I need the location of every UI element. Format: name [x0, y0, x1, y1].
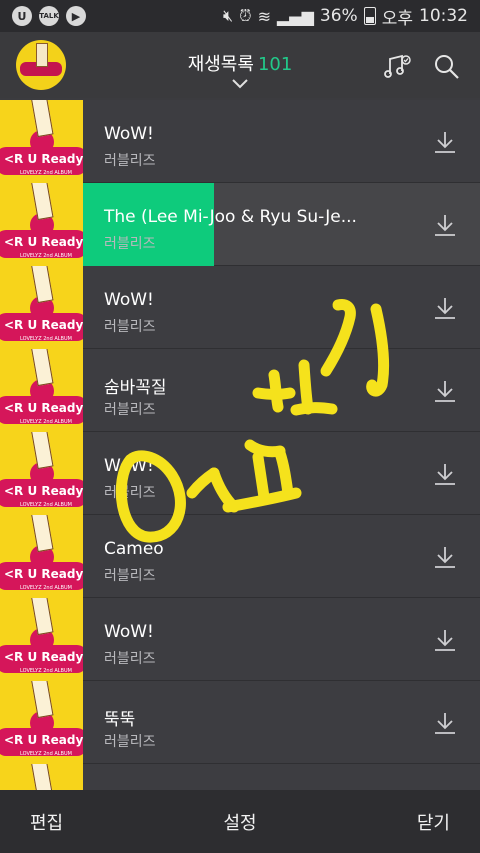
album-thumbnail-title: <R U Ready?> [4, 401, 83, 415]
album-thumbnail-subtitle: LOVELYZ 2nd ALBUM [20, 502, 72, 508]
album-thumbnail-subtitle: LOVELYZ 2nd ALBUM [20, 253, 72, 259]
mute-icon: 🔇︎ [223, 6, 234, 25]
download-icon[interactable] [432, 710, 458, 736]
settings-button[interactable]: 설정 [160, 809, 320, 835]
song-title: 숨바꼭질 [104, 378, 167, 398]
list-item-partial[interactable] [0, 764, 480, 790]
song-artist: 러블리즈 [104, 236, 156, 252]
list-item-playing[interactable]: <R U Ready?> LOVELYZ 2nd ALBUM The (Lee … [0, 183, 480, 266]
music-note-icon[interactable] [382, 52, 412, 82]
song-title: WoW! [104, 290, 154, 310]
playlist-title-text: 재생목록 [187, 54, 254, 75]
list-item[interactable]: <R U Ready?> LOVELYZ 2nd ALBUM WoW! 러블리즈 [0, 432, 480, 515]
download-icon[interactable] [432, 295, 458, 321]
album-thumbnail-title: <R U Ready?> [4, 152, 83, 166]
download-icon[interactable] [432, 378, 458, 404]
album-thumbnail: <R U Ready?> LOVELYZ 2nd ALBUM [0, 100, 83, 183]
download-icon[interactable] [432, 212, 458, 238]
close-button[interactable]: 닫기 [320, 809, 480, 835]
status-bar: U TALK ▶ 🔇︎ ⏰︎ ≋ ▂▄▆ 36% 오후 10:32 [0, 0, 480, 32]
album-thumbnail-subtitle: LOVELYZ 2nd ALBUM [20, 751, 72, 757]
album-thumbnail: <R U Ready?> LOVELYZ 2nd ALBUM [0, 349, 83, 432]
album-thumbnail-subtitle: LOVELYZ 2nd ALBUM [20, 668, 72, 674]
song-artist: 러블리즈 [104, 319, 156, 335]
song-title: The (Lee Mi-Joo & Ryu Su-Je... [104, 207, 357, 227]
status-bar-left: U TALK ▶ [0, 6, 86, 26]
song-artist: 러블리즈 [104, 651, 156, 667]
album-thumbnail-title: <R U Ready?> [4, 318, 83, 332]
talk-icon: TALK [39, 6, 59, 26]
song-artist: 러블리즈 [104, 153, 156, 169]
song-title: Cameo [104, 539, 164, 559]
album-thumbnail-title: <R U Ready?> [4, 484, 83, 498]
song-title: 뚝뚝 [104, 710, 136, 730]
chevron-down-icon[interactable] [230, 78, 250, 90]
album-thumbnail-title: <R U Ready?> [4, 650, 83, 664]
album-thumbnail: <R U Ready?> LOVELYZ 2nd ALBUM [0, 266, 83, 349]
album-thumbnail-subtitle: LOVELYZ 2nd ALBUM [20, 336, 72, 342]
list-item[interactable]: <R U Ready?> LOVELYZ 2nd ALBUM WoW! 러블리즈 [0, 598, 480, 681]
time-prefix: 오후 [381, 8, 413, 29]
song-title: WoW! [104, 622, 154, 642]
download-icon[interactable] [432, 544, 458, 570]
album-thumbnail-subtitle: LOVELYZ 2nd ALBUM [20, 585, 72, 591]
u-icon: U [12, 6, 32, 26]
alarm-icon: ⏰︎ [239, 6, 252, 25]
album-thumbnail-title: <R U Ready?> [4, 733, 83, 747]
list-item[interactable]: <R U Ready?> LOVELYZ 2nd ALBUM 뚝뚝 러블리즈 [0, 681, 480, 764]
download-icon[interactable] [432, 627, 458, 653]
album-thumbnail: <R U Ready?> LOVELYZ 2nd ALBUM [0, 183, 83, 266]
album-thumbnail-title: <R U Ready?> [4, 235, 83, 249]
album-thumbnail: <R U Ready?> LOVELYZ 2nd ALBUM [0, 515, 83, 598]
list-item[interactable]: <R U Ready?> LOVELYZ 2nd ALBUM WoW! 러블리즈 [0, 266, 480, 349]
playlist-header: 재생목록 101 [0, 32, 480, 98]
play-icon: ▶ [66, 6, 86, 26]
song-artist: 러블리즈 [104, 734, 156, 750]
list-item[interactable]: <R U Ready?> LOVELYZ 2nd ALBUM 숨바꼭질 러블리즈 [0, 349, 480, 432]
album-thumbnail: <R U Ready?> LOVELYZ 2nd ALBUM [0, 681, 83, 764]
song-artist: 러블리즈 [104, 568, 156, 584]
battery-percent: 36% [319, 6, 358, 26]
download-icon[interactable] [432, 461, 458, 487]
bottom-bar: 편집 설정 닫기 [0, 790, 480, 853]
album-thumbnail: <R U Ready?> LOVELYZ 2nd ALBUM [0, 432, 83, 515]
album-thumbnail: <R U Ready?> LOVELYZ 2nd ALBUM [0, 598, 83, 681]
list-item[interactable]: <R U Ready?> LOVELYZ 2nd ALBUM Cameo 러블리… [0, 515, 480, 598]
song-title: WoW! [104, 456, 154, 476]
battery-icon [363, 7, 376, 25]
list-item[interactable]: <R U Ready?> LOVELYZ 2nd ALBUM WoW! 러블리즈 [0, 100, 480, 183]
album-thumbnail-subtitle: LOVELYZ 2nd ALBUM [20, 170, 72, 176]
album-thumbnail-title: <R U Ready?> [4, 567, 83, 581]
edit-button[interactable]: 편집 [0, 809, 160, 835]
download-icon[interactable] [432, 129, 458, 155]
album-thumbnail-subtitle: LOVELYZ 2nd ALBUM [20, 419, 72, 425]
album-thumbnail [0, 764, 83, 790]
song-artist: 러블리즈 [104, 402, 156, 418]
signal-icon: ▂▄▆ [277, 6, 314, 26]
status-bar-right: 🔇︎ ⏰︎ ≋ ▂▄▆ 36% 오후 10:32 [223, 4, 480, 29]
playlist: <R U Ready?> LOVELYZ 2nd ALBUM WoW! 러블리즈… [0, 100, 480, 790]
song-artist: 러블리즈 [104, 485, 156, 501]
song-title: WoW! [104, 124, 154, 144]
wifi-icon: ≋ [257, 6, 271, 26]
playlist-count: 101 [257, 54, 293, 75]
search-icon[interactable] [432, 52, 462, 82]
clock: 10:32 [419, 6, 468, 26]
